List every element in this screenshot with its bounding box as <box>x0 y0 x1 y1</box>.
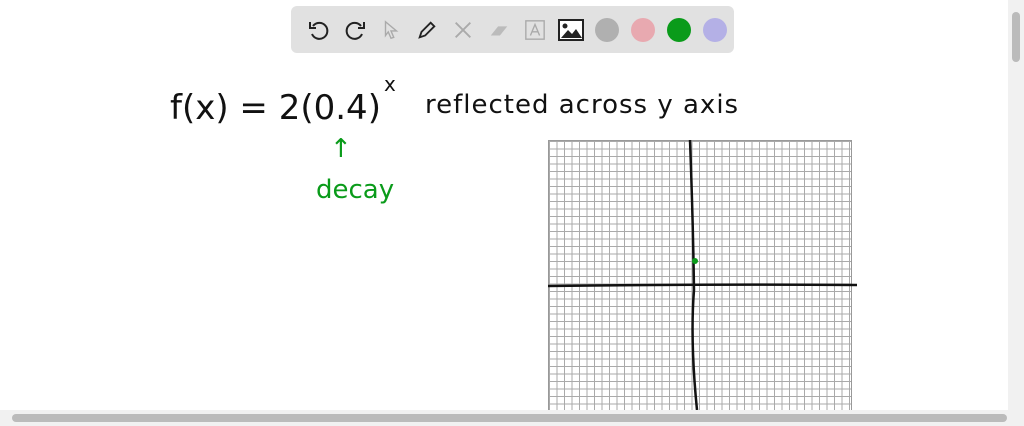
axes-drawing <box>547 139 858 411</box>
vertical-scroll-thumb[interactable] <box>1012 12 1020 62</box>
x-axis <box>547 283 858 288</box>
horizontal-scrollbar[interactable] <box>0 410 1024 426</box>
horizontal-scroll-thumb[interactable] <box>12 414 1007 422</box>
vertical-scrollbar[interactable] <box>1008 0 1024 410</box>
y-axis <box>688 139 699 411</box>
point-marker <box>692 258 698 264</box>
